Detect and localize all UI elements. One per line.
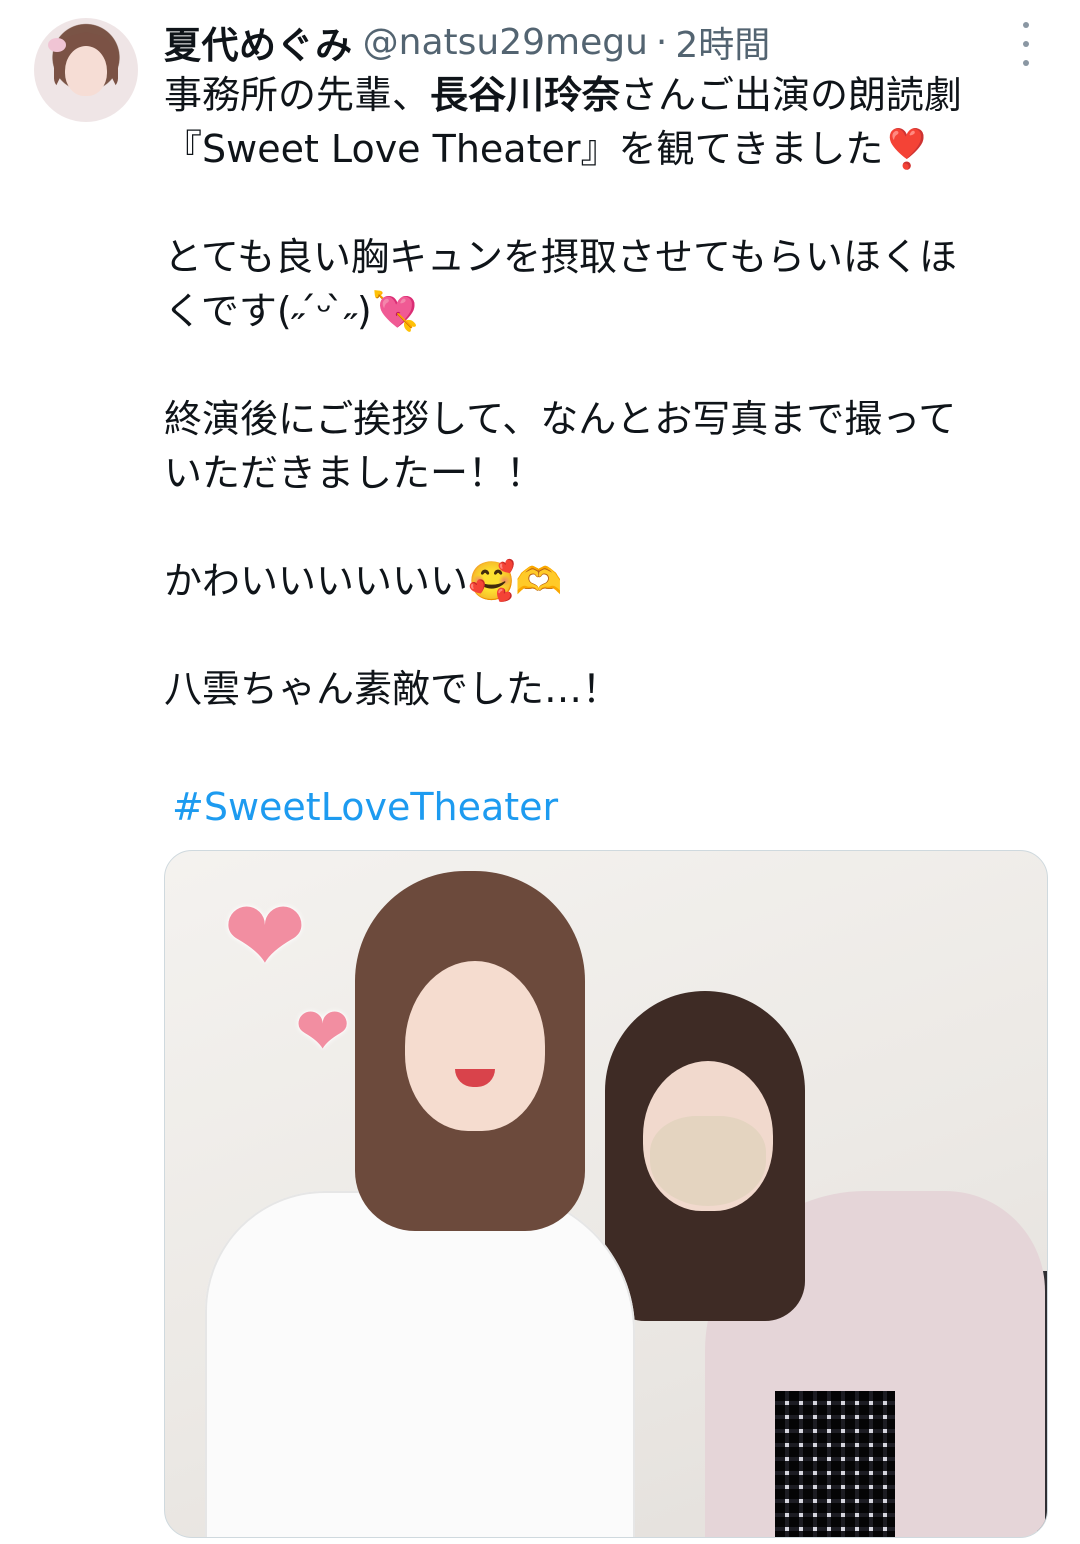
person-left-face	[405, 961, 545, 1131]
line-break	[164, 338, 1054, 392]
line-break	[164, 500, 1054, 554]
person-right-plaid-skirt	[775, 1391, 895, 1537]
tweet: 夏代めぐみ @natsu29megu · 2時間 事務所の先輩、長谷川玲奈さんご…	[0, 0, 1080, 1544]
separator-dot: ·	[655, 21, 668, 63]
hashtag-link[interactable]: #SweetLoveTheater	[172, 780, 558, 834]
more-vertical-icon[interactable]	[1014, 22, 1038, 66]
display-name[interactable]: 夏代めぐみ	[164, 15, 353, 69]
more-dot	[1023, 60, 1029, 66]
avatar[interactable]	[34, 18, 138, 122]
tweet-line: いただきましたー！！	[164, 451, 545, 495]
avatar-face	[65, 46, 107, 96]
attached-photo[interactable]: ❤ ❤	[164, 850, 1048, 1538]
heart-sticker-icon: ❤	[295, 993, 351, 1070]
user-handle[interactable]: @natsu29megu	[363, 22, 648, 63]
face-mask	[650, 1116, 766, 1206]
more-dot	[1023, 22, 1029, 28]
tweet-line: とても良い胸キュンを摂取させてもらいほくほ	[164, 235, 958, 279]
tweet-text-segment: さんご出演の朗読劇	[620, 73, 963, 117]
line-break	[164, 608, 1054, 662]
tweet-header: 夏代めぐみ @natsu29megu · 2時間	[164, 14, 770, 70]
bold-name: 長谷川玲奈	[430, 73, 621, 117]
tweet-line: くです(˶ ́ᵕ ̀˶)💘	[164, 289, 420, 333]
more-dot	[1023, 41, 1029, 47]
tweet-line: 事務所の先輩、長谷川玲奈さんご出演の朗読劇	[164, 68, 1054, 122]
tweet-line: かわいいいいいい🥰🫶	[164, 559, 563, 603]
timestamp[interactable]: 2時間	[675, 16, 770, 68]
tweet-line: 終演後にご挨拶して、なんとお写真まで撮って	[164, 397, 957, 441]
person-left-lace-dress	[205, 1191, 635, 1537]
avatar-bow	[48, 38, 66, 52]
tweet-text: 事務所の先輩、長谷川玲奈さんご出演の朗読劇 『Sweet Love Theate…	[164, 68, 1054, 716]
tweet-line: 八雲ちゃん素敵でした…！	[164, 667, 621, 711]
line-break	[164, 176, 1054, 230]
tweet-line: 『Sweet Love Theater』を観てきました❣️	[164, 127, 931, 171]
heart-sticker-icon: ❤	[223, 878, 307, 995]
tweet-text-segment: 事務所の先輩、	[164, 73, 431, 117]
